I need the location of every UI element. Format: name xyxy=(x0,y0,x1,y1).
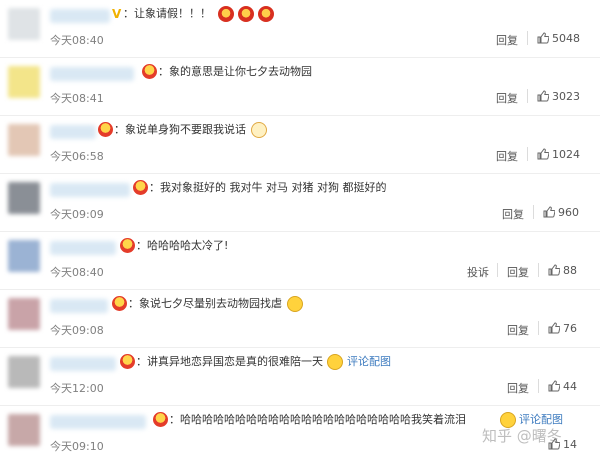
like-count: 5048 xyxy=(552,32,580,45)
reply-button[interactable]: 回复 xyxy=(502,206,524,222)
comment-time: 今天08:41 xyxy=(50,92,104,105)
comment-time: 今天06:58 xyxy=(50,150,104,163)
username-blurred[interactable] xyxy=(50,183,130,197)
username-blurred[interactable] xyxy=(50,299,108,313)
avatar[interactable] xyxy=(8,240,40,272)
thumbs-up-icon xyxy=(548,264,560,276)
comment-image-link[interactable]: 评论配图 xyxy=(347,353,391,371)
crying-face-icon xyxy=(327,354,343,370)
crown-badge-icon xyxy=(120,238,135,253)
reply-button[interactable]: 回复 xyxy=(496,32,518,48)
comment-time: 今天12:00 xyxy=(50,382,104,395)
comment-text: ：让象请假！！！ xyxy=(123,7,211,20)
thumbs-up-icon xyxy=(537,90,549,102)
crown-badge-icon xyxy=(133,180,148,195)
avatar[interactable] xyxy=(8,414,40,446)
comment-item: ：象的意思是让你七夕去动物园 今天08:41 回复 3023 xyxy=(0,58,600,116)
avatar[interactable] xyxy=(8,298,40,330)
thumbs-up-icon xyxy=(548,322,560,334)
comment-text: ：象说单身狗不要跟我说话 xyxy=(114,123,246,136)
divider xyxy=(533,205,534,219)
verified-badge-icon: V xyxy=(112,7,122,21)
avatar[interactable] xyxy=(8,66,40,98)
thumbs-up-icon xyxy=(548,380,560,392)
comment-text: ：象的意思是让你七夕去动物园 xyxy=(158,65,312,78)
like-count: 44 xyxy=(563,380,577,393)
like-button[interactable]: 3023 xyxy=(537,90,580,103)
like-button[interactable]: 44 xyxy=(548,380,577,393)
like-count: 960 xyxy=(558,206,579,219)
reply-button[interactable]: 回复 xyxy=(496,148,518,164)
reply-button[interactable]: 回复 xyxy=(496,90,518,106)
red-face-icon xyxy=(238,6,254,22)
username-blurred[interactable] xyxy=(50,357,116,371)
like-button[interactable]: 960 xyxy=(543,206,579,219)
like-button[interactable]: 1024 xyxy=(537,148,580,161)
divider xyxy=(527,89,528,103)
comment-item: ：象说单身狗不要跟我说话 今天06:58 回复 1024 xyxy=(0,116,600,174)
comment-text: ：讲真异地恋异国恋是真的很难陪一天 xyxy=(136,355,323,368)
cat-face-icon xyxy=(251,122,267,138)
comment-time: 今天09:09 xyxy=(50,208,104,221)
comment-item: ：哈哈哈哈太冷了! 今天08:40 投诉 回复 88 xyxy=(0,232,600,290)
username-blurred[interactable] xyxy=(50,67,134,81)
avatar[interactable] xyxy=(8,182,40,214)
red-face-icon xyxy=(258,6,274,22)
like-count: 3023 xyxy=(552,90,580,103)
comment-text: ：我对象挺好的 我对牛 对马 对猪 对狗 都挺好的 xyxy=(149,181,387,194)
thumbs-up-icon xyxy=(537,148,549,160)
comment-item: V ：让象请假！！！ 今天08:40 回复 5048 xyxy=(0,0,600,58)
crown-badge-icon xyxy=(142,64,157,79)
avatar[interactable] xyxy=(8,124,40,156)
comment-item: ：我对象挺好的 我对牛 对马 对猪 对狗 都挺好的 今天09:09 回复 960 xyxy=(0,174,600,232)
comment-text: ：哈哈哈哈哈哈哈哈哈哈哈哈哈哈哈哈哈哈哈哈哈我笑着流泪 xyxy=(169,413,466,426)
username-blurred[interactable] xyxy=(50,9,110,23)
comment-item: ：象说七夕尽量别去动物园找虐 今天09:08 回复 76 xyxy=(0,290,600,348)
like-count: 88 xyxy=(563,264,577,277)
comment-time: 今天09:10 xyxy=(50,440,104,453)
divider xyxy=(538,263,539,277)
comment-time: 今天09:08 xyxy=(50,324,104,337)
comment-time: 今天08:40 xyxy=(50,34,104,47)
red-face-icon xyxy=(218,6,234,22)
divider xyxy=(527,31,528,45)
username-blurred[interactable] xyxy=(50,415,146,429)
divider xyxy=(527,147,528,161)
tongue-face-icon xyxy=(287,296,303,312)
avatar[interactable] xyxy=(8,356,40,388)
avatar[interactable] xyxy=(8,8,40,40)
thumbs-up-icon xyxy=(537,32,549,44)
username-blurred[interactable] xyxy=(50,241,116,255)
crown-badge-icon xyxy=(98,122,113,137)
report-button[interactable]: 投诉 xyxy=(467,264,489,280)
username-blurred[interactable] xyxy=(50,125,96,139)
reply-button[interactable]: 回复 xyxy=(507,264,529,280)
like-button[interactable]: 88 xyxy=(548,264,577,277)
watermark: 知乎 @曙冬 xyxy=(482,427,562,445)
thumbs-up-icon xyxy=(543,206,555,218)
divider xyxy=(538,379,539,393)
like-button[interactable]: 5048 xyxy=(537,32,580,45)
like-count: 1024 xyxy=(552,148,580,161)
comment-item: ：讲真异地恋异国恋是真的很难陪一天 评论配图 今天12:00 回复 44 xyxy=(0,348,600,406)
comment-text: ：哈哈哈哈太冷了! xyxy=(136,239,229,252)
divider xyxy=(538,321,539,335)
reply-button[interactable]: 回复 xyxy=(507,322,529,338)
comment-time: 今天08:40 xyxy=(50,266,104,279)
like-count: 14 xyxy=(563,438,577,451)
like-count: 76 xyxy=(563,322,577,335)
like-button[interactable]: 76 xyxy=(548,322,577,335)
comment-text: ：象说七夕尽量别去动物园找虐 xyxy=(128,297,282,310)
crown-badge-icon xyxy=(153,412,168,427)
crown-badge-icon xyxy=(120,354,135,369)
reply-button[interactable]: 回复 xyxy=(507,380,529,396)
crown-badge-icon xyxy=(112,296,127,311)
divider xyxy=(497,263,498,277)
